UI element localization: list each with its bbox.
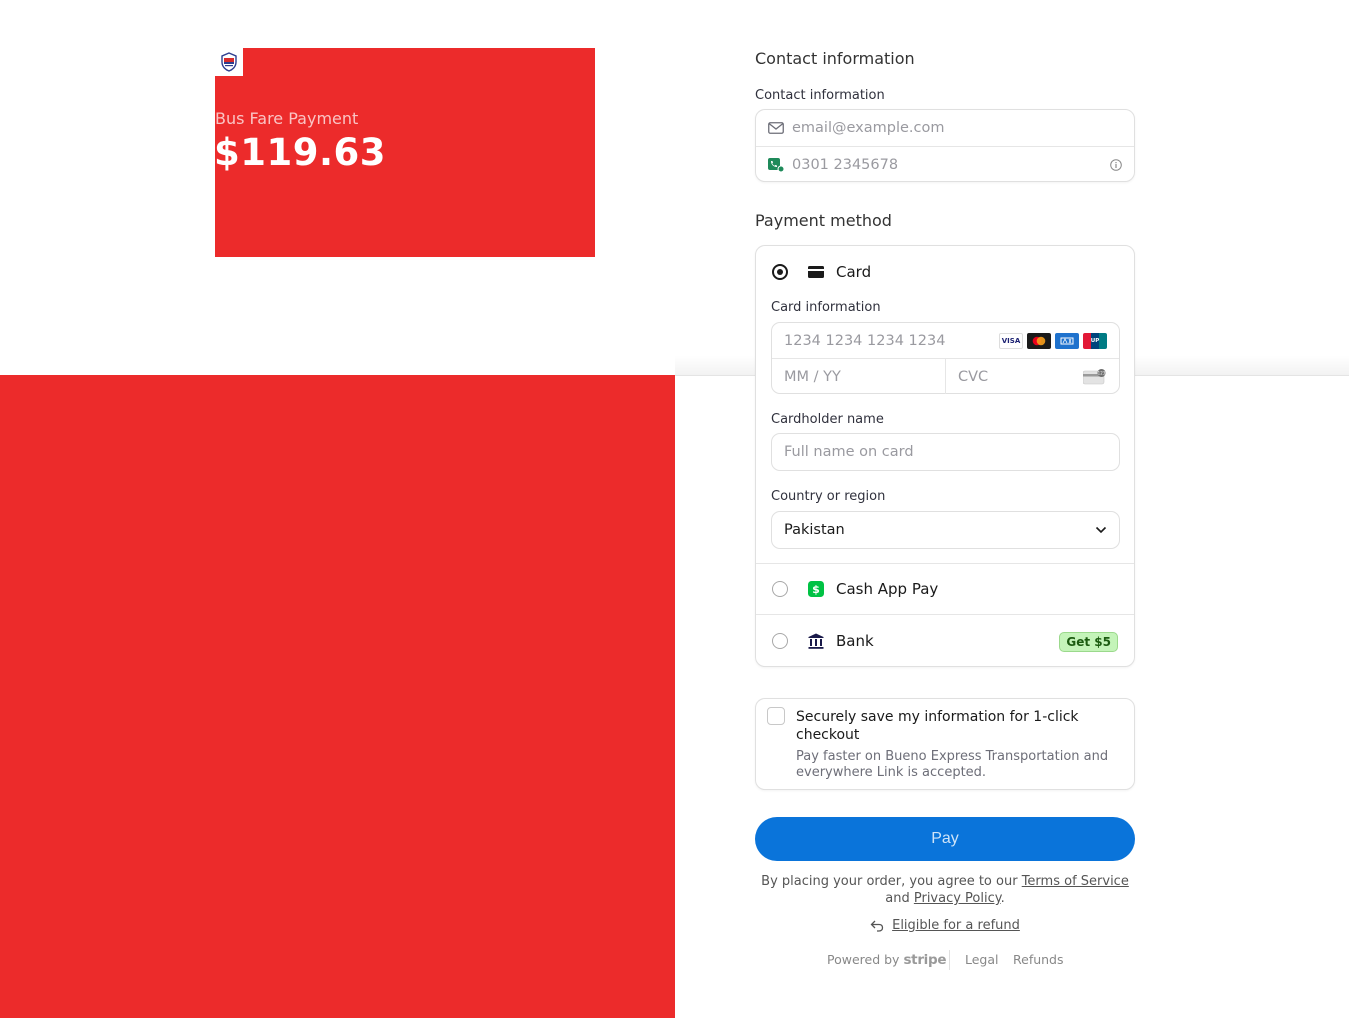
cardholder-input[interactable]: Full name on card [784,444,914,460]
terms-of-service-link[interactable]: Terms of Service [1022,874,1129,889]
card-brands: VISA UP [995,332,1107,349]
bank-icon [808,633,824,649]
save-info-checkbox[interactable] [767,707,785,725]
svg-text:$: $ [812,583,820,596]
footer-refunds-link[interactable]: Refunds [1013,952,1064,967]
credit-card-icon [808,266,824,278]
powered-by[interactable]: Powered by stripe [827,952,947,968]
card-radio[interactable] [772,264,788,280]
phone-input[interactable]: 0301 2345678 [792,157,898,173]
footer-divider [949,950,950,970]
card-info-label: Card information [771,300,881,315]
bank-radio[interactable] [772,633,788,649]
amex-icon [1055,332,1079,349]
cardholder-field[interactable]: Full name on card [771,433,1120,471]
email-input[interactable]: email@example.com [792,120,944,136]
cashapp-label: Cash App Pay [836,580,939,598]
card-info-box: 1234 1234 1234 1234 VISA UP MM / YY CVC [771,322,1120,394]
mail-icon [768,122,784,134]
link-save-box: Securely save my information for 1-click… [755,698,1135,790]
contact-box: email@example.com 0301 2345678 [755,109,1135,182]
merchant-logo [215,48,243,76]
refund-arrow-icon [870,920,884,932]
pay-button[interactable]: Pay [755,817,1135,861]
brand-background [0,375,675,1018]
cvc-field[interactable]: CVC 123 [946,359,1119,394]
cashapp-icon: $ [808,581,824,597]
cashapp-radio[interactable] [772,581,788,597]
mastercard-icon [1027,332,1051,349]
country-select[interactable]: Pakistan [771,511,1120,549]
visa-icon: VISA [999,332,1023,349]
bank-label: Bank [836,632,874,650]
cashapp-option[interactable]: $ Cash App Pay [756,564,1134,614]
contact-section-title: Contact information [755,49,915,68]
info-icon[interactable] [1110,158,1122,171]
product-name: Bus Fare Payment [215,109,359,128]
refund-link[interactable]: Eligible for a refund [892,917,1020,934]
card-option-label: Card [836,263,872,281]
cvc-input[interactable]: CVC [958,369,988,385]
card-option[interactable]: Card [756,260,1134,284]
total-amount: $119.63 [214,131,387,174]
footer-legal-link[interactable]: Legal [965,952,999,967]
phone-field[interactable]: 0301 2345678 [756,147,1134,182]
expiry-input[interactable]: MM / YY [784,369,841,385]
email-field[interactable]: email@example.com [756,110,1134,146]
expiry-field[interactable]: MM / YY [772,359,945,394]
cardholder-label: Cardholder name [771,412,884,427]
phone-link-icon [768,157,784,172]
card-number-field[interactable]: 1234 1234 1234 1234 VISA UP [772,323,1119,358]
save-info-description: Pay faster on Bueno Express Transportati… [796,749,1109,780]
payment-section-title: Payment method [755,211,892,230]
save-info-title: Securely save my information for 1-click… [796,709,1079,743]
chevron-down-icon [1095,526,1107,534]
country-label: Country or region [771,489,886,504]
stripe-logo: stripe [903,952,947,968]
country-value: Pakistan [784,522,845,538]
card-number-input[interactable]: 1234 1234 1234 1234 [784,333,945,349]
privacy-policy-link[interactable]: Privacy Policy [914,891,1001,906]
svg-text:123: 123 [1098,370,1106,375]
shield-logo-icon [221,52,237,72]
unionpay-icon: UP [1083,332,1107,349]
bank-promo-badge: Get $5 [1059,632,1118,652]
bank-option[interactable]: Bank Get $5 [756,615,1134,667]
payment-methods-box: Card Card information 1234 1234 1234 123… [755,245,1135,667]
cvc-card-icon: 123 [1083,368,1106,384]
terms-text: By placing your order, you agree to our … [761,874,1129,906]
refund-row: Eligible for a refund [755,917,1135,934]
contact-label: Contact information [755,88,885,103]
